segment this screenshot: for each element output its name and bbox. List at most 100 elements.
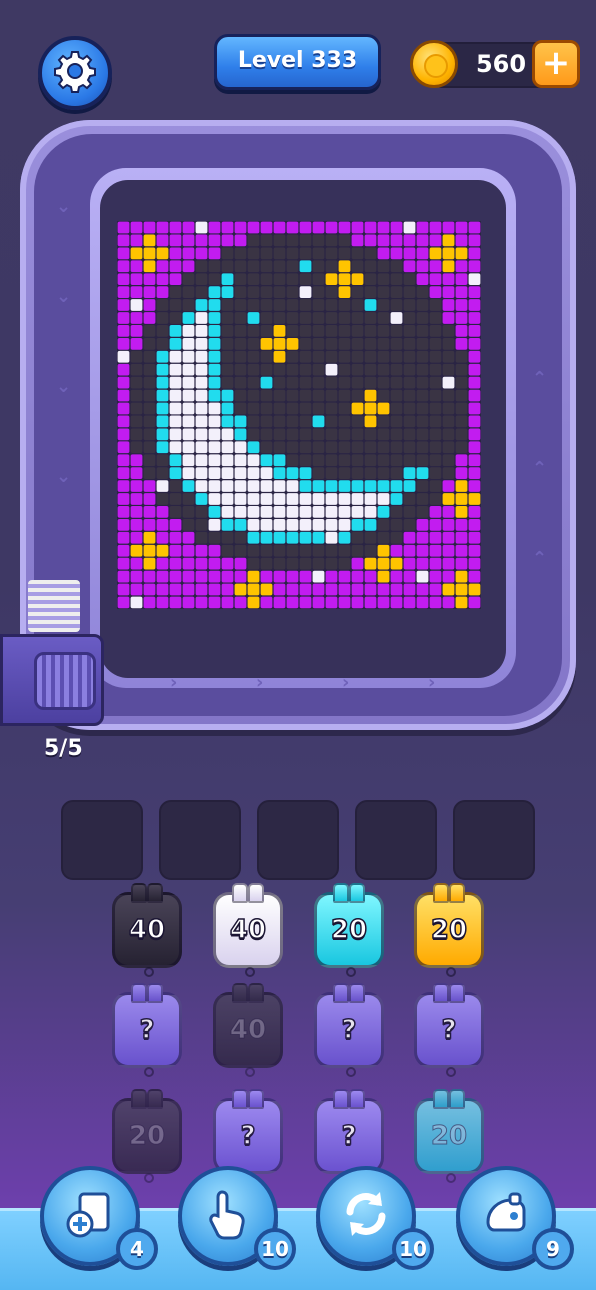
pixel-cell	[338, 247, 351, 260]
pixel-cell	[208, 596, 221, 609]
pixel-cell	[260, 286, 273, 298]
pixel-cell	[286, 480, 299, 492]
pixel-cell	[351, 337, 364, 350]
pixel-cell	[273, 557, 286, 570]
pixel-cell	[416, 493, 429, 505]
pixel-cell	[143, 376, 156, 389]
pixel-cell	[234, 325, 247, 337]
pixel-cell	[182, 493, 195, 505]
pixel-cell	[390, 221, 403, 234]
pixel-cell	[299, 376, 312, 389]
pixel-cell	[260, 531, 273, 544]
pixel-cell	[351, 247, 364, 260]
holding-slot[interactable]	[355, 800, 437, 880]
shooter-piece-white[interactable]: 40	[213, 883, 283, 977]
pixel-cell	[442, 312, 455, 324]
pixel-cell	[390, 402, 403, 415]
pixel-cell	[117, 441, 130, 454]
pixel-cell	[182, 389, 195, 402]
pixel-cell	[429, 286, 442, 298]
pixel-cell	[247, 428, 260, 441]
pixel-cell	[260, 273, 273, 286]
holding-slot[interactable]	[453, 800, 535, 880]
pixel-cell	[273, 428, 286, 441]
pixel-cell	[260, 363, 273, 376]
holding-slot[interactable]	[257, 800, 339, 880]
pixel-cell	[468, 518, 481, 531]
pixel-cell	[169, 221, 182, 234]
pixel-cell	[143, 234, 156, 247]
shooter-piece-cyan[interactable]: 20	[314, 883, 384, 977]
pixel-cell	[390, 493, 403, 505]
pixel-cell	[429, 247, 442, 260]
pixel-cell	[325, 221, 338, 234]
pixel-cell	[325, 312, 338, 324]
pixel-cell	[260, 260, 273, 273]
pixel-cell	[442, 325, 455, 337]
pixel-cell	[442, 234, 455, 247]
pixel-cell	[416, 415, 429, 428]
pixel-cell	[416, 260, 429, 273]
pixel-cell	[221, 299, 234, 311]
pixel-cell	[364, 273, 377, 286]
pixel-cell	[325, 273, 338, 286]
pixel-cell	[416, 570, 429, 583]
pixel-cell	[195, 557, 208, 570]
pixel-cell	[143, 454, 156, 467]
pixel-cell	[247, 260, 260, 273]
pixel-cell	[143, 596, 156, 609]
pixel-cell	[182, 325, 195, 337]
pixel-cell	[169, 583, 182, 596]
pixel-cell	[260, 518, 273, 531]
pixel-cell	[234, 299, 247, 311]
settings-button[interactable]	[38, 36, 112, 110]
pixel-cell	[429, 557, 442, 570]
pixel-cell	[234, 286, 247, 298]
add-coins-button[interactable]: +	[532, 40, 580, 88]
track-arrow-icon: ⌃	[532, 368, 548, 389]
pixel-cell	[442, 350, 455, 363]
pixel-cell	[117, 570, 130, 583]
pixel-cell	[377, 389, 390, 402]
pixel-cell	[429, 493, 442, 505]
pixel-cell	[325, 299, 338, 311]
pixel-cell	[403, 467, 416, 479]
pixel-cell	[442, 557, 455, 570]
pixel-cell	[364, 518, 377, 531]
pixel-cell	[338, 544, 351, 557]
pixel-cell	[286, 376, 299, 389]
pixel-cell	[143, 286, 156, 298]
pixel-cell	[338, 337, 351, 350]
pixel-cell	[403, 544, 416, 557]
pixel-cell	[442, 467, 455, 479]
pixel-cell	[247, 415, 260, 428]
pixel-cell	[195, 493, 208, 505]
shooter-piece-gold[interactable]: 20	[414, 883, 484, 977]
track-arrow-icon: ›	[342, 672, 350, 693]
pixel-cell	[195, 376, 208, 389]
pixel-cell	[403, 596, 416, 609]
pixel-cell	[221, 389, 234, 402]
pixel-cell	[143, 363, 156, 376]
mystery-piece: ?	[314, 1089, 384, 1183]
pixel-cell	[377, 337, 390, 350]
pixel-cell	[390, 363, 403, 376]
pixel-cell	[286, 221, 299, 234]
pixel-cell	[208, 557, 221, 570]
shooter-piece-black[interactable]: 40	[112, 883, 182, 977]
holding-slot[interactable]	[61, 800, 143, 880]
pixel-cell	[364, 286, 377, 298]
pixel-cell	[260, 544, 273, 557]
pixel-cell	[468, 506, 481, 518]
pixel-cell	[273, 221, 286, 234]
pixel-cell	[117, 286, 130, 298]
track-arrow-icon: ⌄	[56, 376, 72, 397]
pixel-cell	[130, 531, 143, 544]
pixel-cell	[403, 389, 416, 402]
pixel-cell	[338, 376, 351, 389]
pixel-cell	[130, 273, 143, 286]
pixel-cell	[156, 454, 169, 467]
holding-slot[interactable]	[159, 800, 241, 880]
pixel-cell	[351, 493, 364, 505]
pixel-cell	[325, 518, 338, 531]
